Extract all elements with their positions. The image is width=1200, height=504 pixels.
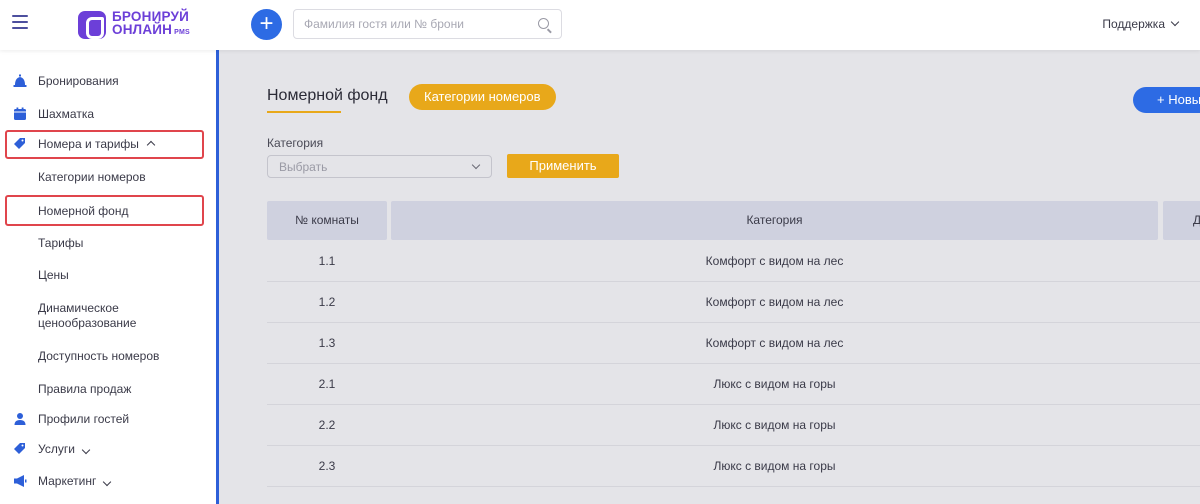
chevron-down-icon xyxy=(1170,17,1180,27)
cell-category: Комфорт с видом на лес xyxy=(705,295,844,309)
sidebar-item-label: Шахматка xyxy=(38,107,95,121)
services-label: Услуги xyxy=(38,442,75,456)
sidebar-item-label: Услуги xyxy=(38,442,91,457)
sidebar: Бронирования Шахматка Номера и тарифы Ка… xyxy=(0,50,216,504)
cell-category: Комфорт с видом на лес xyxy=(705,336,844,350)
chevron-down-icon xyxy=(81,445,91,455)
main-content: Номерной фонд Категории номеров + Новы К… xyxy=(219,50,1200,504)
add-booking-button[interactable]: + xyxy=(251,9,282,40)
cell-category: Комфорт с видом на лес xyxy=(705,254,844,268)
logo[interactable]: БРОНИРУЙ ОНЛАЙН PMS xyxy=(78,10,190,39)
sidebar-subitem-label: Доступность номеров xyxy=(38,349,160,363)
highlight-box-rooms-rates xyxy=(5,130,204,159)
sidebar-subitem-rates[interactable]: Тарифы xyxy=(0,236,216,251)
cell-room-number: 2.3 xyxy=(318,459,336,473)
table-row[interactable]: 2.3 Люкс с видом на горы xyxy=(267,446,1200,487)
support-label: Поддержка xyxy=(1102,17,1165,31)
active-tab-underline xyxy=(267,111,341,113)
cell-category: Люкс с видом на горы xyxy=(713,418,836,432)
chevron-down-icon xyxy=(103,477,112,487)
sidebar-item-label: Бронирования xyxy=(38,74,119,88)
new-room-button[interactable]: + Новы xyxy=(1133,87,1200,113)
table-row[interactable]: 2.1 Люкс с видом на горы xyxy=(267,364,1200,405)
page-title: Номерной фонд xyxy=(267,87,388,104)
sidebar-subitem-sales-rules[interactable]: Правила продаж xyxy=(0,382,216,397)
calendar-icon xyxy=(14,107,26,120)
user-icon xyxy=(14,413,26,425)
sidebar-subitem-label: Правила продаж xyxy=(38,382,132,396)
tab-room-categories[interactable]: Категории номеров xyxy=(409,84,556,110)
cell-room-number: 1.3 xyxy=(318,336,336,350)
column-header-partial[interactable]: Д xyxy=(1163,201,1200,240)
table-row[interactable]: 1.3 Комфорт с видом на лес xyxy=(267,323,1200,364)
category-select-value: Выбрать xyxy=(279,160,328,174)
sidebar-subitem-label: Категории номеров xyxy=(38,170,146,184)
sidebar-subitem-prices[interactable]: Цены xyxy=(0,268,216,283)
table-row[interactable]: 1.1 Комфорт с видом на лес xyxy=(267,241,1200,282)
logo-mark-icon xyxy=(78,10,106,39)
cell-room-number: 2.2 xyxy=(318,418,336,432)
sidebar-subitem-label: Тарифы xyxy=(38,236,84,250)
tag-icon xyxy=(14,443,25,454)
table-row[interactable]: 2.2 Люкс с видом на горы xyxy=(267,405,1200,446)
column-header-room-number[interactable]: № комнаты xyxy=(267,201,387,240)
category-filter-label: Категория xyxy=(267,136,324,150)
sidebar-subitem-room-availability[interactable]: Доступность номеров xyxy=(0,349,216,364)
sidebar-item-guest-profiles[interactable]: Профили гостей xyxy=(0,412,216,427)
sidebar-item-services[interactable]: Услуги xyxy=(0,442,216,457)
sidebar-item-marketing[interactable]: Маркетинг xyxy=(0,474,216,489)
highlight-box-room-stock xyxy=(5,195,204,226)
table-row[interactable]: 1.2 Комфорт с видом на лес xyxy=(267,282,1200,323)
sidebar-item-label: Профили гостей xyxy=(38,412,130,426)
sidebar-item-label: Маркетинг xyxy=(38,474,112,489)
cell-category: Люкс с видом на горы xyxy=(713,459,836,473)
bell-icon xyxy=(13,74,27,87)
cell-room-number: 2.1 xyxy=(318,377,336,391)
sidebar-item-bookings[interactable]: Бронирования xyxy=(0,74,216,89)
cell-room-number: 1.1 xyxy=(318,254,336,268)
logo-line2: ОНЛАЙН xyxy=(112,22,173,37)
search-box xyxy=(293,9,562,39)
sidebar-subitem-room-categories[interactable]: Категории номеров xyxy=(0,170,216,185)
chevron-down-icon xyxy=(471,160,481,170)
logo-suffix: PMS xyxy=(174,29,190,36)
megaphone-icon xyxy=(14,475,27,487)
cell-room-number: 1.2 xyxy=(318,295,336,309)
search-input[interactable] xyxy=(304,16,534,32)
sidebar-subitem-label: Цены xyxy=(38,268,69,282)
cell-category: Люкс с видом на горы xyxy=(713,377,836,391)
marketing-label: Маркетинг xyxy=(38,474,97,488)
category-select[interactable]: Выбрать xyxy=(267,155,492,178)
support-menu[interactable]: Поддержка xyxy=(1102,17,1180,31)
sidebar-subitem-dynamic-pricing[interactable]: Динамическое ценообразование xyxy=(0,301,216,333)
search-icon[interactable] xyxy=(538,18,549,29)
sidebar-item-chessboard[interactable]: Шахматка xyxy=(0,107,216,122)
column-header-category[interactable]: Категория xyxy=(391,201,1158,240)
top-bar: БРОНИРУЙ ОНЛАЙНPMS + Поддержка xyxy=(0,0,1200,50)
menu-icon[interactable] xyxy=(12,15,28,29)
apply-button[interactable]: Применить xyxy=(507,154,619,178)
sidebar-subitem-label: Динамическое ценообразование xyxy=(38,301,137,330)
